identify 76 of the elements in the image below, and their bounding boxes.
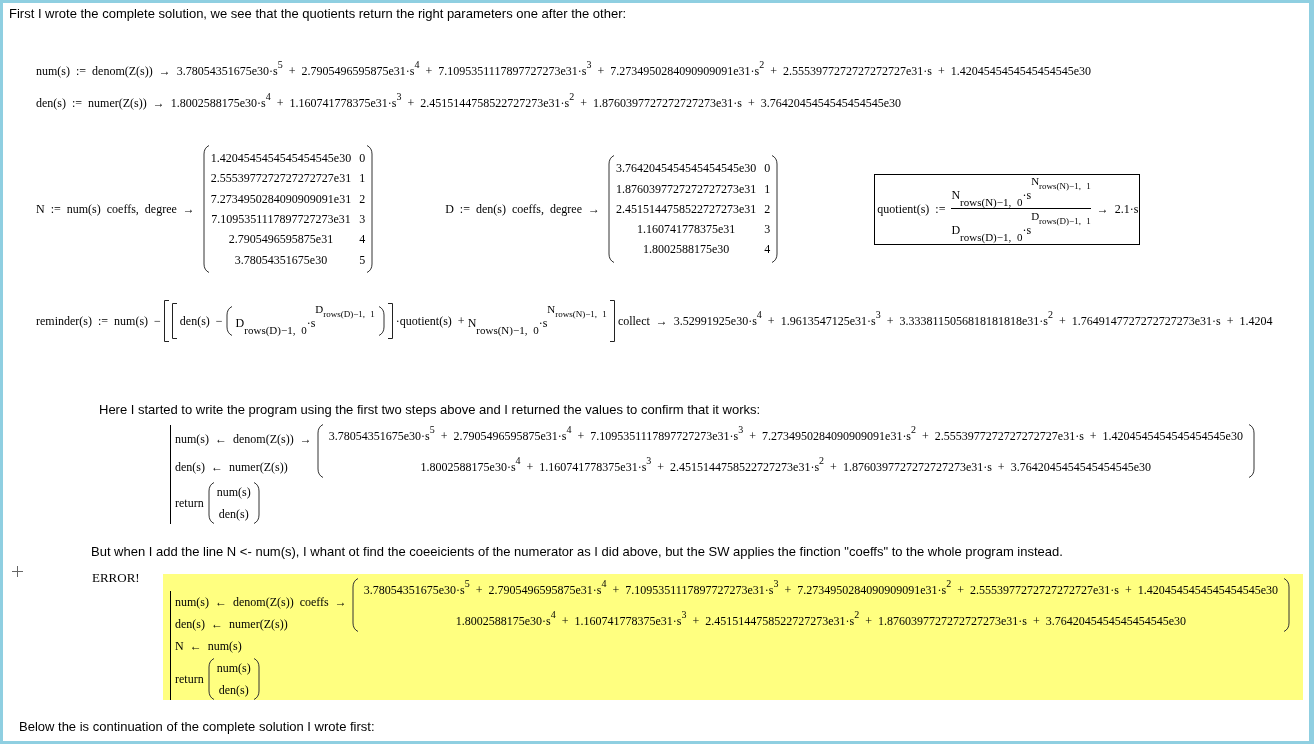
right-parenthesis-icon (771, 155, 779, 263)
left-parenthesis-icon (316, 423, 324, 478)
right-parenthesis-icon (1283, 577, 1290, 632)
math-expression: 1.8002588175e30·s$^{4}$ + 1.160741778375e31·s$^{3}$ + 2.4515144758522727273e31·s$^{2}$ + 1.8760397727272727273e31·s + 3.7642045454545454545e30 (455, 611, 1187, 630)
left-bracket-icon (163, 300, 169, 342)
program-line: N ← num(s) (175, 638, 242, 655)
math-expression: Drows(D)−1, 0·s D$_{rows(D)−1, 1}$ (235, 302, 375, 338)
comment-text: Below the is continuation of the complete solution I wrote first: (19, 720, 375, 734)
matrix-entry: 3.7642045454545454545e30 (616, 160, 757, 178)
matrix-entry: 2 (359, 190, 366, 208)
right-parenthesis-icon (252, 481, 260, 524)
left-bracket-icon (171, 303, 177, 339)
matrix-entry: 1.8760397727272727273e31 (616, 180, 757, 198)
matrix-entry: 3 (359, 211, 366, 228)
math-expression: 3.78054351675e30·s$^{5}$ + 2.7905496595875e31·s$^{4}$ + 7.1095351117897727273e31·s$^{3}$ + 7.2734950284090909091e31·s$^{2}$ + 2.5553977272727272727e31·s + 1.4204545454545454545e30 (363, 580, 1278, 599)
program-line: num(s) ← denom(Z(s)) (175, 431, 294, 448)
math-expression: den(s) := numer(Z(s)) → 1.8002588175e30·s$^{4}$ + 1.160741778375e31·s$^{3}$ + 2.4515144758522727273e31·s$^{2}$ + 1.8760397727272727273e31·s + 3.7642045454545454545e30 (36, 95, 902, 111)
matrix-entry: 2.4515144758522727273e31 (616, 200, 757, 218)
right-parenthesis-icon (1247, 423, 1255, 478)
math-expression: den(s) − (179, 313, 223, 329)
matrix-entry: 1 (359, 170, 366, 188)
math-expression: 3.78054351675e30·s$^{5}$ + 2.7905496595875e31·s$^{4}$ + 7.1095351117897727273e31·s$^{3}$ + 7.2734950284090909091e31·s$^{2}$ + 2.5553977272727272727e31·s + 1.4204545454545454545e30 (328, 426, 1243, 445)
matrix-entry: 1.160741778375e31 (637, 221, 736, 239)
math-expression: ·quotient(s) + (395, 313, 465, 329)
right-bracket-icon (387, 303, 393, 339)
math-expression: → 2.1·s (1096, 201, 1139, 217)
right-parenthesis-icon (377, 306, 385, 336)
comment-text: Here I started to write the program using the first two steps above and I returned the values to confirm that it works: (99, 403, 761, 417)
right-parenthesis-icon (366, 145, 374, 273)
math-expression: reminder(s) := num(s) − (36, 313, 161, 329)
left-parenthesis-icon (225, 306, 233, 336)
matrix-entry: 4 (764, 241, 771, 259)
matrix-entry: 4 (359, 231, 366, 249)
vector-entry: num(s) (216, 484, 251, 501)
matrix-entry: 0 (359, 150, 366, 168)
matrix-entry: 1 (764, 180, 771, 198)
matrix-entry: 5 (359, 251, 366, 269)
comment-text: But when I add the line N <- num(s), I whant ot find the coeeicients of the numerator as I did above, but the SW applies the finction "coeffs" to the whole program instead. (91, 545, 1063, 559)
matrix-entry: 2.7905496595875e31 (228, 231, 334, 249)
error-label: ERROR! (92, 570, 140, 585)
vector-entry: den(s) (218, 506, 249, 523)
math-expression: D := den(s) coeffs, degree → (445, 201, 600, 217)
matrix-entry: 3.78054351675e30 (234, 251, 328, 269)
vector-entry: num(s) (216, 660, 251, 677)
program-keyword: return (175, 670, 204, 687)
matrix-entry: 7.2734950284090909091e31 (210, 190, 352, 208)
program-line: num(s) ← denom(Z(s)) (175, 594, 294, 611)
left-parenthesis-icon (608, 155, 615, 263)
math-expression: 1.8002588175e30·s$^{4}$ + 1.160741778375e31·s$^{3}$ + 2.4515144758522727273e31·s$^{2}$ + 1.8760397727272727273e31·s + 3.7642045454545454545e30 (420, 457, 1151, 476)
matrix-entry: 1.4204545454545454545e30 (210, 150, 352, 168)
evaluation-operator: → (299, 431, 312, 448)
math-expression: Nrows(N)−1, 0·s N$_{rows(N)−1, 1}$ (951, 179, 1091, 206)
matrix-entry: 2.5553977272727272727e31 (210, 170, 352, 188)
program-line: den(s) ← numer(Z(s)) (175, 616, 288, 633)
crosshair-cursor-icon (12, 566, 23, 577)
matrix-entry: 1.8002588175e30 (643, 241, 730, 259)
comment-text: First I wrote the complete solution, we see that the quotients return the right parameters one after the other: (9, 7, 627, 21)
math-expression: collect → 3.52991925e30·s$^{4}$ + 1.9613547125e31·s$^{3}$ + 3.3338115056818181818e31·s$^{2}$ + 1.7649147727272727273e31·s + 1.4204 (617, 313, 1273, 329)
matrix-entry: 0 (764, 160, 771, 178)
right-parenthesis-icon (252, 657, 260, 700)
left-parenthesis-icon (207, 657, 215, 700)
evaluation-operator: coeffs → (299, 594, 347, 611)
left-parenthesis-icon (207, 481, 215, 524)
program-line: den(s) ← numer(Z(s)) (175, 459, 288, 476)
left-parenthesis-icon (202, 145, 210, 273)
math-expression: Nrows(N)−1, 0·s N$_{rows(N)−1, 1}$ (467, 302, 607, 338)
math-expression: quotient(s) := (877, 201, 946, 217)
math-expression: N := num(s) coeffs, degree → (36, 201, 195, 217)
math-expression: num(s) := denom(Z(s)) → 3.78054351675e30·s$^{5}$ + 2.7905496595875e31·s$^{4}$ + 7.1095351117897727273e31·s$^{3}$ + 7.2734950284090909091e31·s$^{2}$ + 2.5553977272727272727e31·s + 1.4204545454545454545e30 (36, 63, 1091, 79)
matrix-entry: 3 (764, 221, 771, 239)
matrix-entry: 2 (764, 200, 771, 218)
right-bracket-icon (609, 300, 615, 342)
left-parenthesis-icon (351, 577, 359, 632)
matrix-entry: 7.1095351117897727273e31 (211, 211, 351, 228)
vector-entry: den(s) (218, 682, 249, 699)
program-keyword: return (175, 494, 204, 511)
